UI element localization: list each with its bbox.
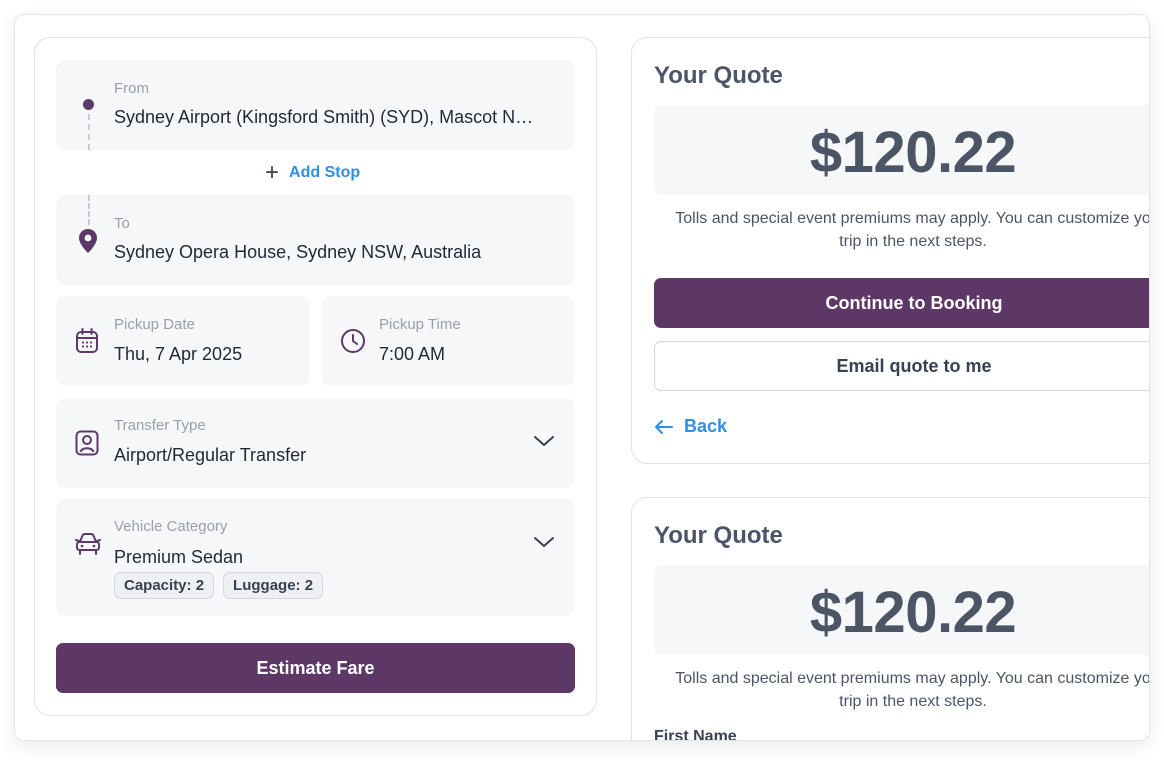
pickup-date-value[interactable]: Thu, 7 Apr 2025 (114, 344, 242, 365)
capacity-badge: Capacity: 2 (114, 572, 215, 599)
from-value[interactable]: Sydney Airport (Kingsford Smith) (SYD), … (114, 107, 533, 128)
origin-dot-icon (83, 99, 94, 110)
transfer-type-select[interactable]: Transfer Type Airport/Regular Transfer (56, 398, 575, 488)
back-label: Back (684, 416, 728, 436)
location-pin-icon (79, 229, 97, 253)
quote-title: Your Quote (654, 522, 783, 549)
pickup-date-label: Pickup Date (114, 316, 195, 333)
car-icon (75, 533, 101, 555)
email-quote-button[interactable]: Email quote to me (654, 341, 1149, 391)
plus-icon: + (265, 159, 280, 186)
from-field[interactable]: From Sydney Airport (Kingsford Smith) (S… (56, 60, 575, 150)
transfer-type-label: Transfer Type (114, 417, 206, 434)
back-link[interactable]: Back (654, 416, 727, 437)
pickup-time-value[interactable]: 7:00 AM (379, 344, 445, 365)
vehicle-category-value: Premium Sedan (114, 547, 244, 567)
quote-card-secondary: Your Quote $120.22 Tolls and special eve… (631, 497, 1150, 741)
quote-price: $120.22 (809, 580, 1017, 645)
booking-form-card: From Sydney Airport (Kingsford Smith) (S… (34, 37, 597, 716)
to-field[interactable]: To Sydney Opera House, Sydney NSW, Austr… (56, 195, 575, 285)
estimate-fare-button[interactable]: Estimate Fare (56, 643, 575, 693)
app-frame: From Sydney Airport (Kingsford Smith) (S… (14, 14, 1150, 741)
add-stop-button[interactable]: + Add Stop (265, 160, 360, 186)
pickup-time-field[interactable]: Pickup Time 7:00 AM (321, 296, 575, 386)
vehicle-category-select[interactable]: Vehicle Category Premium Sedan Capacity:… (56, 499, 575, 616)
transfer-type-value: Airport/Regular Transfer (114, 445, 307, 465)
from-label: From (114, 80, 149, 97)
first-name-label: First Name (654, 728, 737, 741)
clock-icon (341, 329, 365, 353)
pickup-date-field[interactable]: Pickup Date Thu, 7 Apr 2025 (56, 296, 310, 386)
quote-card: Your Quote $120.22 Tolls and special eve… (631, 37, 1150, 464)
chevron-down-icon[interactable] (533, 434, 555, 448)
add-stop-label: Add Stop (289, 164, 361, 181)
continue-to-booking-button[interactable]: Continue to Booking (654, 278, 1149, 328)
id-badge-icon (75, 430, 99, 456)
quote-note: Tolls and special event premiums may app… (675, 670, 1150, 710)
calendar-icon (76, 328, 98, 353)
to-label: To (114, 215, 130, 232)
quote-price: $120.22 (809, 120, 1017, 185)
arrow-left-icon (655, 419, 673, 434)
pickup-time-label: Pickup Time (379, 316, 461, 333)
route-connector (88, 195, 90, 225)
quote-note: Tolls and special event premiums may app… (675, 210, 1150, 250)
luggage-badge: Luggage: 2 (223, 572, 324, 599)
chevron-down-icon[interactable] (533, 535, 555, 549)
price-box: $120.22 (654, 565, 1149, 655)
to-value[interactable]: Sydney Opera House, Sydney NSW, Australi… (114, 242, 481, 263)
vehicle-specs: Capacity: 2 Luggage: 2 (114, 572, 324, 599)
quote-title: Your Quote (654, 62, 783, 89)
vehicle-category-label: Vehicle Category (114, 518, 228, 535)
route-connector (88, 114, 90, 150)
price-box: $120.22 (654, 105, 1149, 195)
